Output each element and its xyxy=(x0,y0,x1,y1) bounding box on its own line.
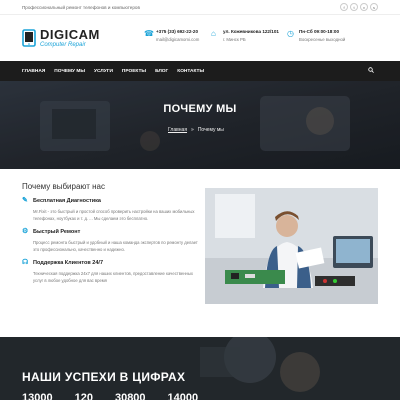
address-city: г. Минск РБ xyxy=(223,37,246,42)
hero-background-image xyxy=(0,81,400,169)
breadcrumb: Главная » Почему мы xyxy=(168,127,224,133)
nav-item-projects[interactable]: ПРОЕКТЫ xyxy=(122,69,146,74)
feature-item: ☊ Поддержка Клиентов 24/7 Техническая по… xyxy=(22,259,198,284)
contact-address: ⌂ ул. Кожевникова 122/101 г. Минск РБ xyxy=(211,29,279,42)
stats-background-image xyxy=(0,337,400,400)
header: DIGICAM Computer Repair ☎ +375 (33) 692-… xyxy=(0,15,400,61)
logo-title: DIGICAM xyxy=(40,27,100,42)
nav-item-blog[interactable]: БЛОГ xyxy=(155,69,168,74)
wrench-icon: ✎ xyxy=(22,197,28,204)
why-us-section: Почему выбирают нас ✎ Бесплатная Диагнос… xyxy=(22,182,198,284)
feature-item: ✎ Бесплатная Диагностика Mr.Fixit - это … xyxy=(22,197,198,222)
stat-number: 14000 xyxy=(167,392,199,400)
phone-icon: ☎ xyxy=(144,29,154,38)
breadcrumb-home[interactable]: Главная xyxy=(168,127,187,133)
nav-item-home[interactable]: ГЛАВНАЯ xyxy=(22,69,45,74)
page-hero: ПОЧЕМУ МЫ Главная » Почему мы xyxy=(0,81,400,169)
feature-text: Mr.Fixit - это быстрый и простой способ … xyxy=(33,209,195,221)
address-street: ул. Кожевникова 122/101 xyxy=(223,29,279,34)
feature-text: Процесс ремонта быстрый и удобный и наша… xyxy=(33,240,198,252)
headset-icon: ☊ xyxy=(22,259,29,266)
breadcrumb-current: Почему мы xyxy=(197,127,224,133)
page-title: ПОЧЕМУ МЫ xyxy=(163,103,237,115)
skype-icon[interactable]: s xyxy=(370,3,378,11)
map-marker-icon: ⌂ xyxy=(211,29,216,38)
hours-sunday: Воскресенье выходной xyxy=(299,37,346,42)
phone-number[interactable]: +375 (33) 692-22-20 xyxy=(156,29,199,34)
clock-icon: ◷ xyxy=(287,29,294,38)
hours-weekdays: Пн-Сб 09:00-18:00 xyxy=(299,29,340,34)
contact-phone: ☎ +375 (33) 692-22-20 mail@digicamomi.co… xyxy=(144,29,199,42)
technician-photo xyxy=(205,188,378,304)
gear-icon: ⚙ xyxy=(22,228,29,235)
stat-number: 120 xyxy=(74,392,93,400)
breadcrumb-separator: » xyxy=(191,127,194,133)
feature-title: Поддержка Клиентов 24/7 xyxy=(33,259,104,266)
main-nav: ГЛАВНАЯ ПОЧЕМУ МЫ УСЛУГИ ПРОЕКТЫ БЛОГ КО… xyxy=(0,61,400,81)
section-heading: Почему выбирают нас xyxy=(22,182,105,191)
stats-section: НАШИ УСПЕХИ В ЦИФРАХ 13000 120 30800 140… xyxy=(0,337,400,400)
email[interactable]: mail@digicamomi.com xyxy=(156,37,199,42)
stats-numbers: 13000 120 30800 14000 xyxy=(22,392,198,400)
feature-item: ⚙ Быстрый Ремонт Процесс ремонта быстрый… xyxy=(22,228,198,253)
top-bar: Профессиональный ремонт телефонов и комп… xyxy=(0,0,400,15)
stat-number: 30800 xyxy=(114,392,146,400)
contact-hours: ◷ Пн-Сб 09:00-18:00 Воскресенье выходной xyxy=(287,29,345,42)
logo-subtitle: Computer Repair xyxy=(40,42,86,48)
feature-title: Быстрый Ремонт xyxy=(33,228,81,235)
twitter-icon[interactable]: t xyxy=(350,3,358,11)
stats-heading: НАШИ УСПЕХИ В ЦИФРАХ xyxy=(22,370,186,384)
stat-number: 13000 xyxy=(22,392,53,400)
nav-item-contacts[interactable]: КОНТАКТЫ xyxy=(177,69,204,74)
tagline: Профессиональный ремонт телефонов и комп… xyxy=(22,4,140,10)
feature-text: Техническая поддержка 24x7 для наших кли… xyxy=(33,271,193,283)
nav-item-why-us[interactable]: ПОЧЕМУ МЫ xyxy=(54,69,85,74)
facebook-icon[interactable]: f xyxy=(340,3,348,11)
vk-icon[interactable]: v xyxy=(360,3,368,11)
nav-item-services[interactable]: УСЛУГИ xyxy=(94,69,113,74)
search-icon[interactable] xyxy=(368,67,374,73)
phone-logo-icon xyxy=(22,29,36,47)
feature-title: Бесплатная Диагностика xyxy=(33,197,101,204)
social-links: f t v s xyxy=(340,3,378,11)
logo[interactable]: DIGICAM Computer Repair xyxy=(22,28,144,48)
